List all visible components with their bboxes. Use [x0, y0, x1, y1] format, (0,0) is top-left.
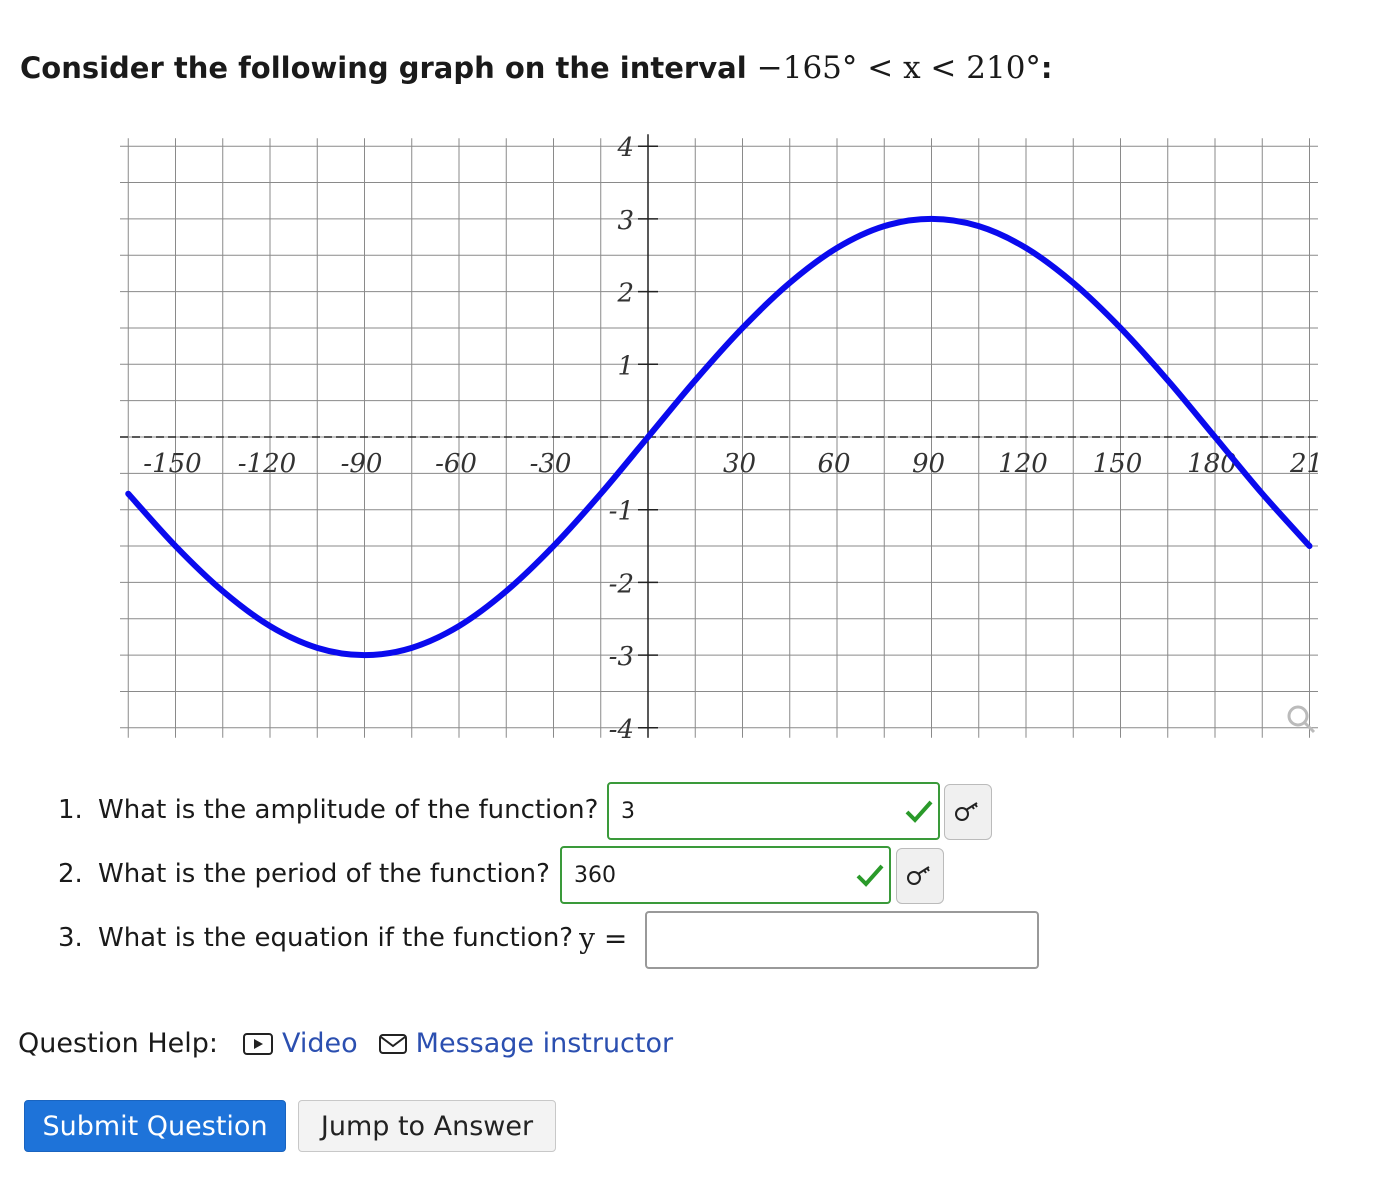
submit-question-button[interactable]: Submit Question — [24, 1100, 286, 1152]
equation-answer-field[interactable] — [645, 911, 1039, 969]
question-text: What is the period of the function? — [98, 859, 550, 889]
video-link[interactable]: Video — [242, 1028, 358, 1059]
x-tick-label: 150 — [1093, 449, 1143, 479]
y-tick-label: 1 — [617, 351, 634, 381]
help-label: Question Help: — [18, 1028, 218, 1059]
question-number: 2. — [58, 859, 83, 889]
checkmark-icon — [856, 864, 884, 887]
key-icon — [907, 866, 930, 885]
message-link-text: Message instructor — [415, 1028, 674, 1059]
sine-graph: -150 -120 -90 -60 -30 30 60 90 120 150 180 21 4321-… — [120, 133, 1323, 745]
question-2: 2. What is the period of the function? — [58, 854, 550, 894]
x-tick-label: -90 — [341, 449, 383, 479]
answer-value: 360 — [574, 862, 616, 888]
x-tick-label: -30 — [530, 449, 572, 479]
key-icon — [955, 802, 978, 821]
envelope-icon — [378, 1033, 407, 1054]
question-text: What is the equation if the function? — [98, 923, 574, 953]
question-number: 1. — [58, 795, 83, 825]
question-number: 3. — [58, 923, 83, 953]
y-tick-labels: 4 3 2 1 -1 -2 -3 -4 — [609, 133, 658, 745]
answer-value: 3 — [621, 798, 635, 824]
checkmark-icon — [905, 800, 933, 823]
message-instructor-link[interactable]: Message instructor — [378, 1028, 673, 1059]
x-tick-label: 30 — [723, 449, 756, 479]
equation-prefix-math: y = — [579, 921, 628, 955]
y-tick-label: 2 — [616, 279, 634, 309]
y-tick-label: -1 — [609, 497, 634, 527]
y-tick-label: -4 — [609, 715, 634, 745]
x-tick-label: 120 — [998, 449, 1048, 479]
y-tick-label: 4 — [616, 133, 634, 163]
x-tick-label: 21 — [1289, 449, 1323, 479]
question-1: 1. What is the amplitude of the function… — [58, 790, 598, 830]
answer-key-button[interactable] — [944, 784, 992, 840]
x-tick-label: -150 — [143, 449, 201, 479]
jump-to-answer-button[interactable]: Jump to Answer — [298, 1100, 556, 1152]
y-tick-label: -3 — [609, 642, 634, 672]
amplitude-answer-field[interactable]: 3 — [607, 782, 940, 840]
x-tick-label: -60 — [435, 449, 477, 479]
y-tick-label: 3 — [617, 206, 634, 236]
video-link-text: Video — [282, 1028, 358, 1059]
video-icon — [243, 1032, 273, 1055]
x-tick-label: 90 — [912, 449, 945, 479]
graph-grid — [120, 138, 1318, 738]
x-tick-label: -120 — [238, 449, 296, 479]
answer-key-button[interactable] — [896, 848, 944, 904]
y-tick-label: -2 — [609, 569, 634, 599]
question-text: What is the amplitude of the function? — [98, 795, 599, 825]
question-3: 3. What is the equation if the function?… — [58, 918, 627, 958]
graph-axes — [120, 134, 1318, 738]
x-tick-label: 60 — [817, 449, 850, 479]
question-help: Question Help: Video Message instructor — [18, 1028, 673, 1059]
period-answer-field[interactable]: 360 — [560, 846, 891, 904]
x-tick-labels: -150 -120 -90 -60 -30 30 60 90 120 150 180 21 — [143, 449, 1323, 479]
